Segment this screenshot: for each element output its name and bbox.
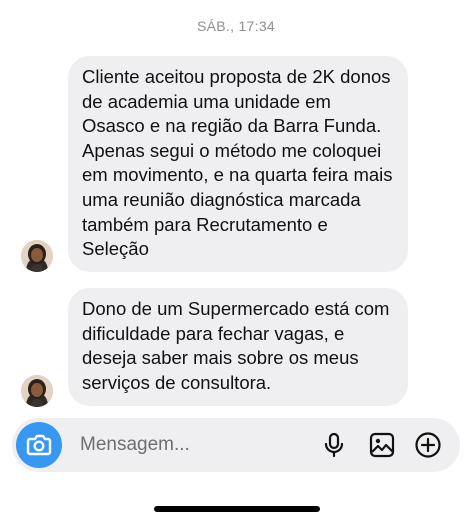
microphone-icon (324, 432, 344, 458)
timestamp: SÁB., 17:34 (196, 18, 276, 34)
gallery-button[interactable] (368, 431, 396, 459)
camera-button[interactable] (16, 422, 62, 468)
home-indicator[interactable] (154, 506, 320, 512)
add-button[interactable] (414, 431, 442, 459)
avatar[interactable] (21, 240, 53, 272)
avatar[interactable] (21, 375, 53, 407)
gallery-icon (369, 432, 395, 458)
message-bubble[interactable]: Cliente aceitou proposta de 2K donos de … (68, 56, 408, 272)
camera-icon (26, 434, 52, 456)
plus-icon (415, 432, 441, 458)
message-input[interactable] (80, 432, 300, 458)
message-text: Dono de um Supermercado está com dificul… (82, 298, 390, 393)
message-text: Cliente aceitou proposta de 2K donos de … (82, 66, 393, 260)
message-composer (12, 418, 460, 472)
microphone-button[interactable] (320, 431, 348, 459)
message-bubble[interactable]: Dono de um Supermercado está com dificul… (68, 288, 408, 406)
